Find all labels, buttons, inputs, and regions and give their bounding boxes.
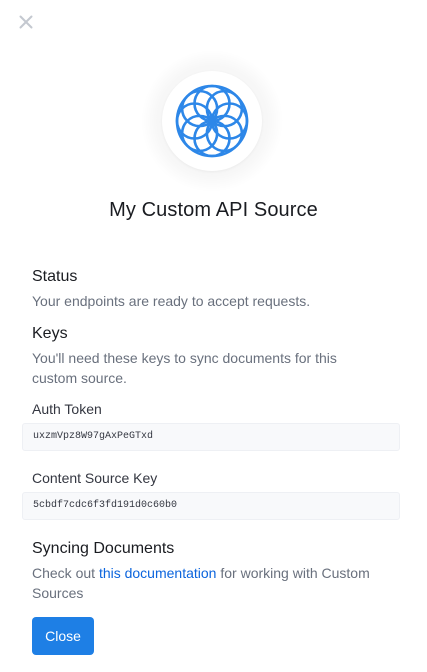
keys-heading: Keys: [32, 325, 68, 342]
keys-text: You'll need these keys to sync documents…: [32, 350, 337, 386]
source-logo: [162, 71, 262, 171]
status-text: Your endpoints are ready to accept reque…: [32, 293, 311, 309]
source-logo-halo: [141, 50, 283, 192]
close-button[interactable]: Close: [32, 617, 94, 655]
documentation-link[interactable]: this documentation: [99, 565, 217, 581]
status-heading: Status: [32, 268, 78, 285]
content-source-key-field[interactable]: 5cbdf7cdc6f3fd191d0c60b0: [22, 492, 400, 520]
content-source-key-label: Content Source Key: [32, 470, 158, 486]
auth-token-field[interactable]: uxzmVpz8W97gAxPeGTxd: [22, 423, 400, 451]
syncing-heading: Syncing Documents: [32, 540, 175, 557]
auth-token-label: Auth Token: [32, 401, 102, 417]
syncing-text: Check out this documentation for working…: [32, 563, 372, 603]
syncing-text-before: Check out: [32, 565, 99, 581]
close-icon[interactable]: [17, 13, 35, 31]
source-title: My Custom API Source: [109, 199, 318, 221]
custom-api-source-icon: [175, 84, 249, 158]
